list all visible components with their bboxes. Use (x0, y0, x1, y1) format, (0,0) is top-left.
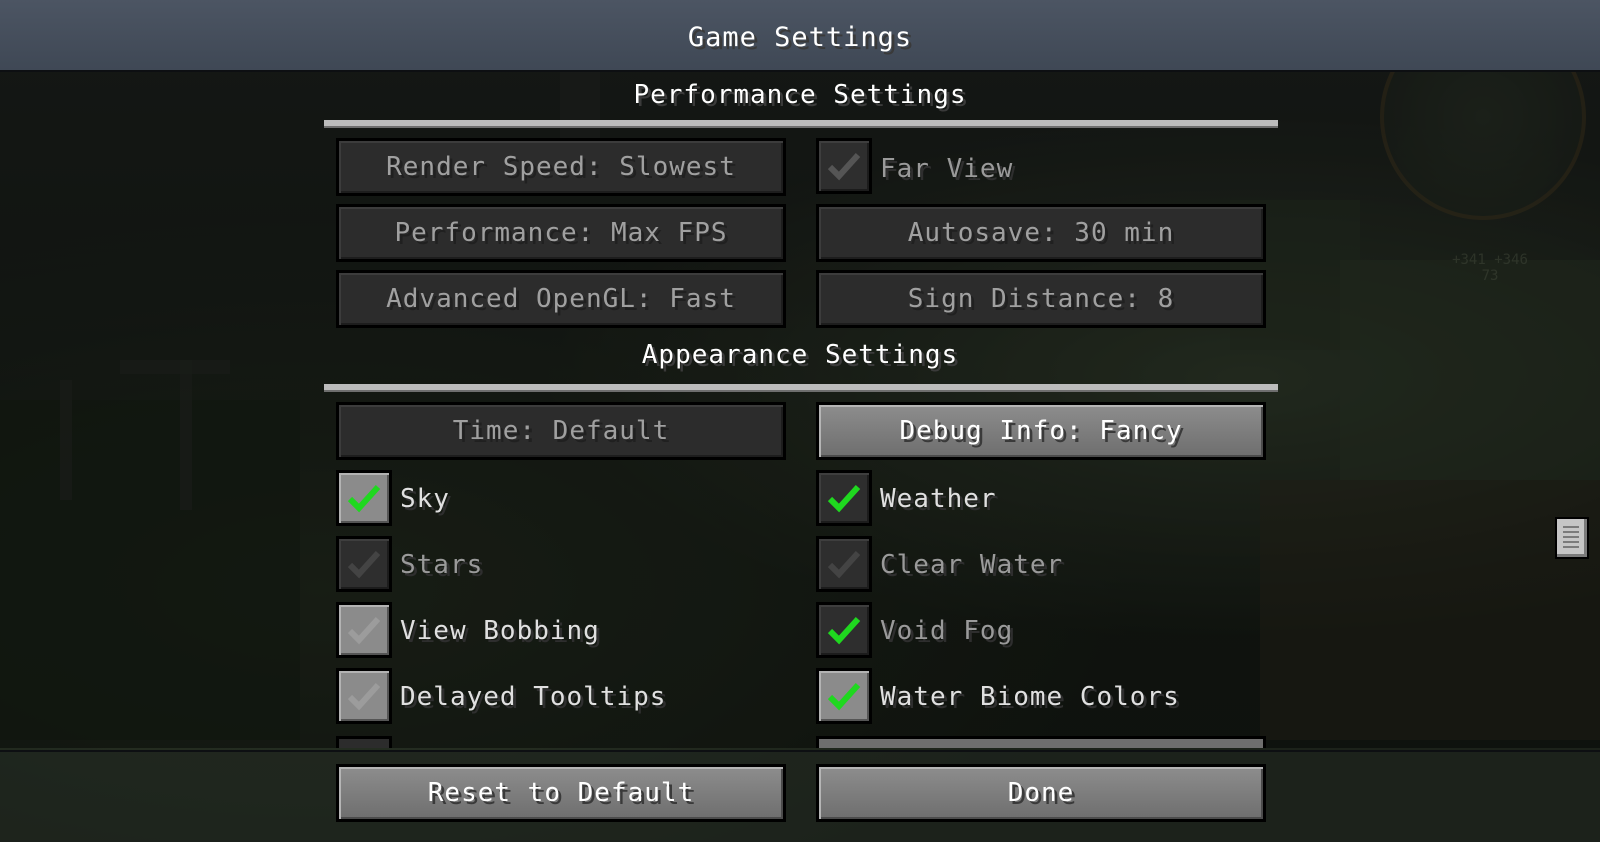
next-row-checkbox-partial[interactable] (336, 736, 392, 748)
sky-label: Sky (400, 484, 450, 514)
done-button[interactable]: Done (816, 764, 1266, 822)
water-biome-colors-label: Water Biome Colors (880, 682, 1180, 712)
advanced-opengl-button[interactable]: Advanced OpenGL: Fast (336, 270, 786, 328)
view-bobbing-checkbox[interactable] (336, 602, 392, 658)
weather-checkbox[interactable] (816, 470, 872, 526)
stars-label: Stars (400, 550, 484, 580)
settings-list[interactable] (0, 72, 1600, 748)
delayed-tooltips-label: Delayed Tooltips (400, 682, 667, 712)
check-icon (827, 682, 861, 711)
sky-checkbox[interactable] (336, 470, 392, 526)
clear-water-label: Clear Water (880, 550, 1064, 580)
far-view-checkbox[interactable] (816, 138, 872, 194)
footer-bar (0, 750, 1600, 842)
clear-water-checkbox[interactable] (816, 536, 872, 592)
check-icon (827, 152, 861, 181)
view-bobbing-label: View Bobbing (400, 616, 600, 646)
performance-section-divider (324, 120, 1278, 128)
weather-label: Weather (880, 484, 997, 514)
render-speed-button[interactable]: Render Speed: Slowest (336, 138, 786, 196)
check-icon (347, 682, 381, 711)
check-icon (347, 484, 381, 513)
check-icon (347, 550, 381, 579)
check-icon (827, 616, 861, 645)
check-icon (347, 616, 381, 645)
reset-to-default-button[interactable]: Reset to Default (336, 764, 786, 822)
debug-info-button[interactable]: Debug Info: Fancy (816, 402, 1266, 460)
far-view-label: Far View (880, 154, 1014, 184)
time-button[interactable]: Time: Default (336, 402, 786, 460)
void-fog-checkbox[interactable] (816, 602, 872, 658)
appearance-section-divider (324, 384, 1278, 392)
sign-distance-button[interactable]: Sign Distance: 8 (816, 270, 1266, 328)
screen-title: Game Settings (687, 22, 913, 53)
appearance-section-title: Appearance Settings (641, 340, 959, 370)
next-row-button-partial[interactable] (816, 736, 1266, 748)
performance-button[interactable]: Performance: Max FPS (336, 204, 786, 262)
check-icon (827, 484, 861, 513)
void-fog-label: Void Fog (880, 616, 1014, 646)
water-biome-colors-checkbox[interactable] (816, 668, 872, 724)
autosave-button[interactable]: Autosave: 30 min (816, 204, 1266, 262)
performance-section-title: Performance Settings (633, 80, 967, 110)
stars-checkbox[interactable] (336, 536, 392, 592)
scrollbar-handle[interactable] (1555, 517, 1589, 559)
check-icon (827, 550, 861, 579)
delayed-tooltips-checkbox[interactable] (336, 668, 392, 724)
